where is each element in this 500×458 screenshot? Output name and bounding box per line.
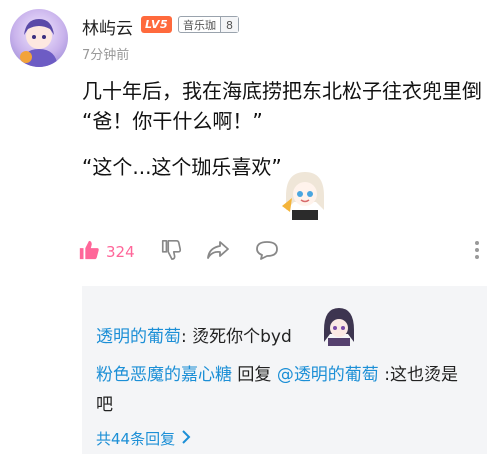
reply-author[interactable]: 粉色恶魔的嘉心糖 bbox=[96, 365, 232, 385]
chevron-right-icon bbox=[181, 429, 191, 448]
thumbs-up-icon bbox=[78, 239, 100, 265]
avatar[interactable] bbox=[10, 9, 68, 67]
fan-medal-level: 8 bbox=[220, 17, 238, 32]
reply-button[interactable] bbox=[255, 238, 279, 266]
comment-time: 7分钟前 bbox=[82, 48, 130, 63]
reply-preview-box[interactable]: 透明的葡萄: 烫死你个byd 粉色恶魔的嘉心糖 回复 @透明的葡萄 :这也烫是吧… bbox=[82, 286, 487, 454]
view-all-replies-label: 共44条回复 bbox=[96, 430, 176, 448]
emote-sticker bbox=[318, 304, 360, 346]
reply-word: 回复 bbox=[232, 365, 277, 385]
reply-separator: : bbox=[181, 327, 193, 347]
reply-author[interactable]: 透明的葡萄 bbox=[96, 327, 181, 347]
reply-item: 透明的葡萄: 烫死你个byd bbox=[96, 326, 292, 348]
comment-line: “爸！你干什么啊！” bbox=[82, 109, 263, 133]
comment-bubble-icon bbox=[255, 239, 279, 265]
fan-medal-badge[interactable]: 音乐珈 8 bbox=[178, 16, 239, 33]
reply-mention[interactable]: @透明的葡萄 bbox=[277, 365, 379, 385]
emote-sticker bbox=[278, 166, 332, 220]
comment-line: 几十年后，我在海底捞把东北松子往衣兜里倒 bbox=[82, 79, 482, 103]
dislike-button[interactable] bbox=[160, 238, 182, 266]
share-icon bbox=[206, 239, 230, 265]
view-all-replies-link[interactable]: 共44条回复 bbox=[96, 428, 191, 449]
like-button[interactable]: 324 bbox=[78, 238, 135, 266]
level-badge: LV5 bbox=[141, 16, 173, 33]
username[interactable]: 林屿云 bbox=[82, 14, 133, 39]
more-options-button[interactable] bbox=[474, 238, 480, 266]
like-count: 324 bbox=[106, 243, 135, 261]
reply-text: 烫死你个byd bbox=[192, 327, 292, 347]
thumbs-down-icon bbox=[160, 239, 182, 265]
reply-item: 粉色恶魔的嘉心糖 回复 @透明的葡萄 :这也烫是吧 bbox=[96, 360, 466, 420]
more-vertical-icon bbox=[474, 239, 480, 265]
comment-action-bar: 324 bbox=[78, 238, 480, 266]
fan-medal-name: 音乐珈 bbox=[183, 19, 216, 32]
share-button[interactable] bbox=[206, 238, 230, 266]
